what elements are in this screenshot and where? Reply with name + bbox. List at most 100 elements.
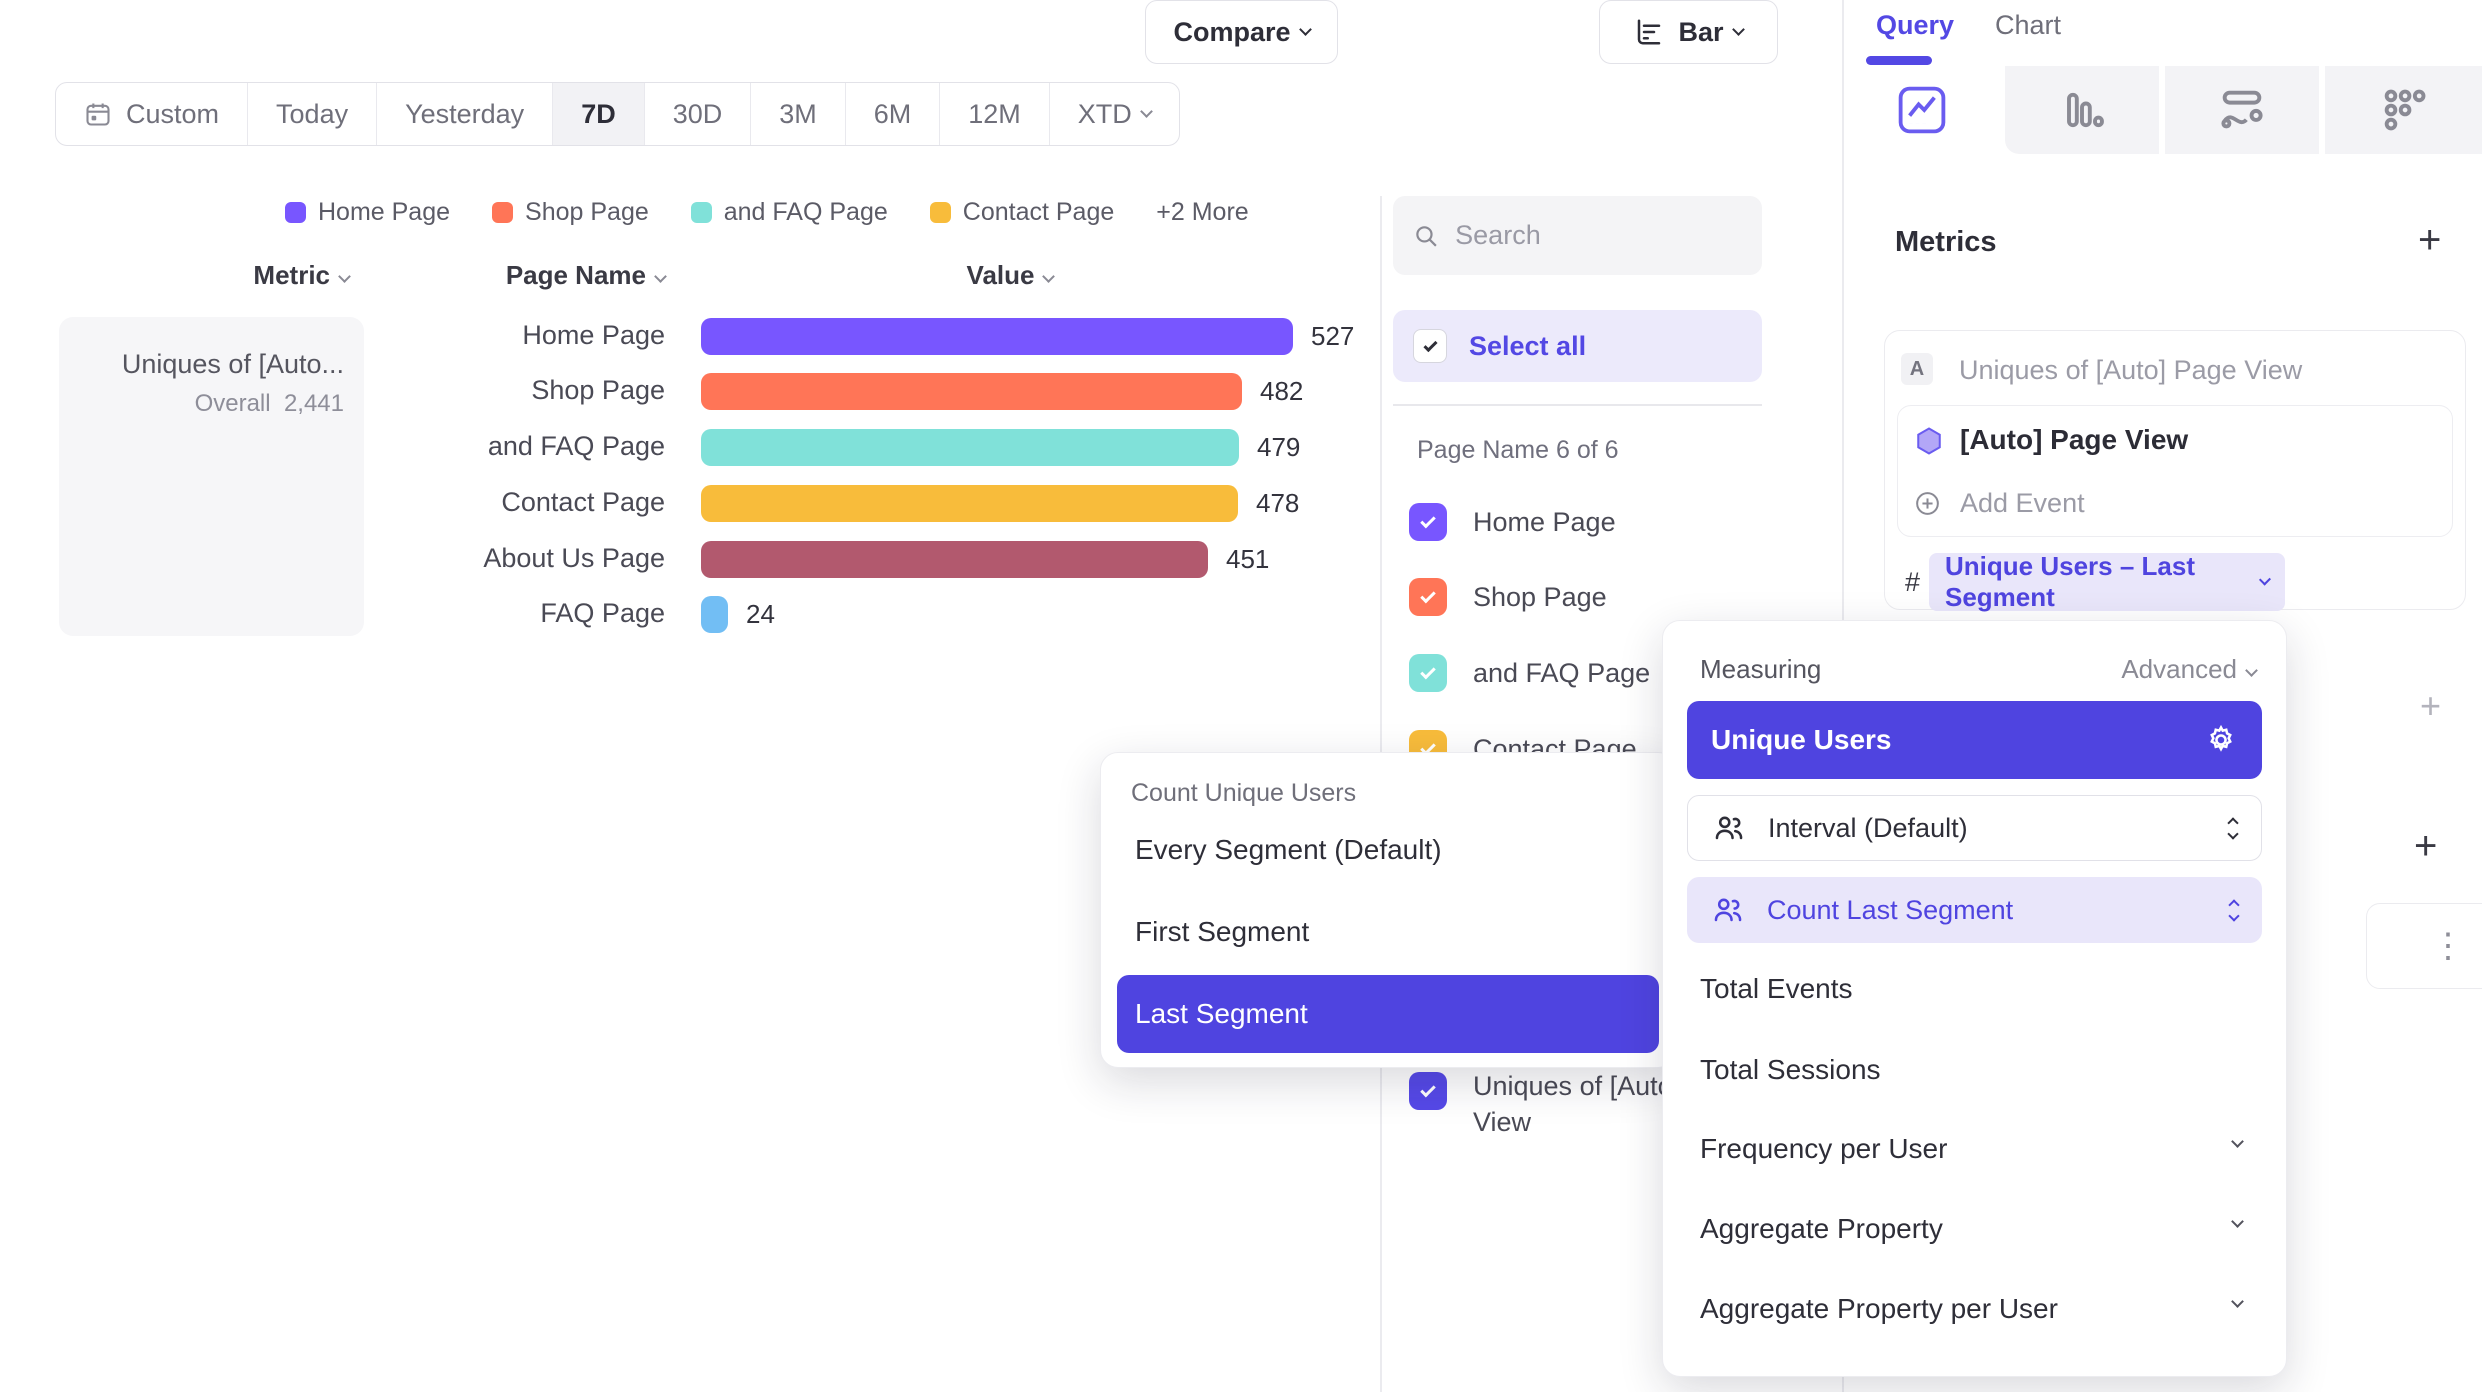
legend-item[interactable]: Contact Page	[930, 198, 1115, 227]
option-first-segment[interactable]: First Segment	[1135, 916, 1309, 948]
legend-item[interactable]: Home Page	[285, 198, 450, 227]
filter-item-shop-page[interactable]: Shop Page	[1409, 578, 1607, 616]
chart-bar[interactable]	[701, 373, 1242, 410]
bar-row: 482	[701, 372, 1303, 410]
vertical-bars-icon	[2056, 84, 2108, 136]
bar-chart-icon	[1634, 17, 1664, 47]
metrics-section-title: Metrics	[1895, 226, 1997, 259]
report-tab-bars[interactable]	[2005, 66, 2159, 154]
event-name[interactable]: [Auto] Page View	[1960, 424, 2188, 456]
metric-card-title: Uniques of [Auto] Page View	[1959, 355, 2302, 386]
chart-bar[interactable]	[701, 429, 1239, 466]
row-label: Shop Page	[330, 375, 665, 406]
chart-bar[interactable]	[701, 485, 1238, 522]
date-range-7d[interactable]: 7D	[552, 83, 644, 145]
segment-search[interactable]	[1393, 196, 1762, 275]
report-tab-flows[interactable]	[2165, 66, 2319, 154]
measure-pill[interactable]: Unique Users – Last Segment	[1929, 553, 2285, 611]
row-label: FAQ Page	[330, 598, 665, 629]
date-range-30d[interactable]: 30D	[644, 83, 751, 145]
checkbox[interactable]	[1409, 1072, 1447, 1110]
chevron-down-icon	[2259, 573, 2271, 585]
count-segment-popup: Count Unique Users Every Segment (Defaul…	[1100, 752, 1676, 1068]
chart-bar[interactable]	[701, 596, 728, 633]
chevron-down-icon	[2231, 1295, 2244, 1308]
date-range-today[interactable]: Today	[247, 83, 376, 145]
bar-value: 24	[746, 599, 775, 630]
measure-option-aggregate-property-per-user[interactable]: Aggregate Property per User	[1700, 1293, 2058, 1325]
row-label: Home Page	[330, 320, 665, 351]
column-header-metric[interactable]: Metric	[59, 260, 349, 291]
measure-option-total-sessions[interactable]: Total Sessions	[1700, 1054, 1881, 1086]
chevron-down-icon	[1299, 23, 1312, 36]
add-metric-button[interactable]: +	[2418, 220, 2441, 260]
check-icon	[1420, 588, 1436, 604]
option-last-segment-selected[interactable]: Last Segment	[1117, 975, 1659, 1053]
measure-option-unique-users[interactable]: Unique Users	[1687, 701, 2262, 779]
row-label: and FAQ Page	[330, 431, 665, 462]
calendar-icon	[84, 100, 112, 128]
tab-chart[interactable]: Chart	[1995, 10, 2061, 41]
checkbox[interactable]	[1413, 329, 1447, 363]
bar-row: 24	[701, 595, 775, 633]
add-event-button[interactable]: Add Event	[1960, 488, 2085, 519]
line-chart-icon	[1895, 83, 1949, 137]
count-last-segment-row[interactable]: Count Last Segment	[1687, 877, 2262, 943]
sort-chevron-icon	[338, 270, 351, 283]
chevron-down-icon	[2231, 1215, 2244, 1228]
series-swatch	[930, 202, 951, 223]
legend-item[interactable]: and FAQ Page	[691, 198, 888, 227]
measure-option-total-events[interactable]: Total Events	[1700, 973, 1853, 1005]
option-every-segment[interactable]: Every Segment (Default)	[1135, 834, 1442, 866]
chevron-down-icon	[1140, 105, 1153, 118]
stepper-icon	[2229, 819, 2237, 838]
date-range-12m[interactable]: 12M	[939, 83, 1049, 145]
report-tab-retention[interactable]	[2325, 66, 2482, 154]
interval-default-row[interactable]: Interval (Default)	[1687, 795, 2262, 861]
checkbox[interactable]	[1409, 654, 1447, 692]
add-breakdown-button[interactable]: +	[2414, 826, 2437, 866]
people-icon	[1711, 893, 1745, 927]
metric-summary-cell[interactable]: Uniques of [Auto... Overall 2,441	[59, 317, 364, 636]
breakdown-card-fragment: ⋮	[2366, 903, 2482, 989]
date-range-6m[interactable]: 6M	[845, 83, 940, 145]
metric-card[interactable]: A Uniques of [Auto] Page View [Auto] Pag…	[1884, 330, 2466, 610]
metric-name: Uniques of [Auto...	[69, 349, 344, 380]
checkbox[interactable]	[1409, 578, 1447, 616]
chart-bar[interactable]	[701, 318, 1293, 355]
insights-report-screen: Custom Today Yesterday 7D 30D 3M 6M 12M …	[0, 0, 2482, 1392]
legend-more[interactable]: +2 More	[1156, 198, 1248, 227]
column-header-value[interactable]: Value	[910, 260, 1110, 291]
event-hexagon-icon	[1914, 426, 1944, 456]
measure-option-frequency-per-user[interactable]: Frequency per User	[1700, 1133, 1947, 1165]
compare-button[interactable]: Compare	[1145, 0, 1338, 64]
filter-group-label: Page Name 6 of 6	[1417, 436, 1619, 465]
bar-row: 479	[701, 428, 1300, 466]
advanced-toggle[interactable]: Advanced	[2121, 654, 2256, 685]
date-range-custom[interactable]: Custom	[56, 83, 247, 145]
legend-item[interactable]: Shop Page	[492, 198, 649, 227]
checkbox[interactable]	[1409, 503, 1447, 541]
row-label: About Us Page	[330, 543, 665, 574]
date-range-3m[interactable]: 3M	[750, 83, 845, 145]
check-icon	[1423, 338, 1437, 352]
select-all-checkbox[interactable]: Select all	[1393, 310, 1762, 382]
kebab-menu-icon[interactable]: ⋮	[2431, 926, 2465, 966]
filter-item-home-page[interactable]: Home Page	[1409, 503, 1616, 541]
chevron-down-icon	[2231, 1135, 2244, 1148]
chart-bar[interactable]	[701, 541, 1208, 578]
tab-query[interactable]: Query	[1876, 10, 1954, 41]
chart-type-select[interactable]: Bar	[1599, 0, 1778, 64]
popup-title: Measuring	[1700, 654, 1821, 685]
date-range-xtd[interactable]: XTD	[1049, 83, 1179, 145]
measure-hash-prefix: #	[1905, 567, 1920, 598]
add-filter-button[interactable]: +	[2420, 688, 2441, 724]
measure-option-aggregate-property[interactable]: Aggregate Property	[1700, 1213, 1943, 1245]
bar-value: 478	[1256, 488, 1299, 519]
search-input[interactable]	[1455, 220, 1742, 251]
column-header-page-name[interactable]: Page Name	[420, 260, 665, 291]
filter-item-and-faq-page[interactable]: and FAQ Page	[1409, 654, 1650, 692]
report-tab-insights-active[interactable]	[1842, 66, 2002, 154]
date-range-yesterday[interactable]: Yesterday	[376, 83, 552, 145]
chart-legend: Home Page Shop Page and FAQ Page Contact…	[285, 196, 1249, 228]
